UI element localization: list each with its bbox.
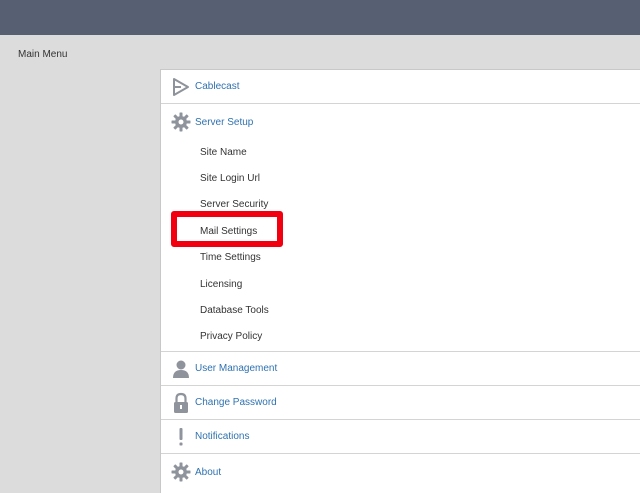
top-bar xyxy=(0,0,640,35)
menu-section-label: Notifications xyxy=(195,431,250,442)
menu-section-server-setup[interactable]: Server Setup xyxy=(161,105,640,139)
main-menu-label: Main Menu xyxy=(18,49,68,60)
submenu-item-mail-settings[interactable]: Mail Settings xyxy=(200,226,257,237)
cablecast-logo-icon xyxy=(170,76,192,98)
menu-section-label: User Management xyxy=(195,363,278,374)
menu-section-label: Cablecast xyxy=(195,81,240,92)
menu-section-user-management[interactable]: User Management xyxy=(161,352,640,386)
gear-icon xyxy=(170,461,192,483)
submenu-item-site-name[interactable]: Site Name xyxy=(200,147,247,158)
menu-section-label: About xyxy=(195,466,222,478)
menu-section-label: Server Setup xyxy=(195,116,254,128)
exclamation-icon xyxy=(170,426,192,448)
submenu-item-privacy-policy[interactable]: Privacy Policy xyxy=(200,331,262,342)
menu-section-change-password[interactable]: Change Password xyxy=(161,386,640,420)
menu-section-notifications[interactable]: Notifications xyxy=(161,420,640,454)
menu-section-about[interactable]: About xyxy=(161,455,640,489)
menu-section-label: Change Password xyxy=(195,397,277,408)
submenu-item-server-security[interactable]: Server Security xyxy=(200,199,268,210)
submenu-item-site-login-url[interactable]: Site Login Url xyxy=(200,173,260,184)
user-icon xyxy=(170,358,192,380)
menu-section-cablecast[interactable]: Cablecast xyxy=(161,70,640,104)
submenu-item-database-tools[interactable]: Database Tools xyxy=(200,305,269,316)
gear-icon xyxy=(170,111,192,133)
submenu-item-licensing[interactable]: Licensing xyxy=(200,279,242,290)
lock-icon xyxy=(170,392,192,414)
submenu-item-time-settings[interactable]: Time Settings xyxy=(200,252,261,263)
menu-panel: Cablecast Server Setup Site Name Site Lo… xyxy=(160,69,640,493)
